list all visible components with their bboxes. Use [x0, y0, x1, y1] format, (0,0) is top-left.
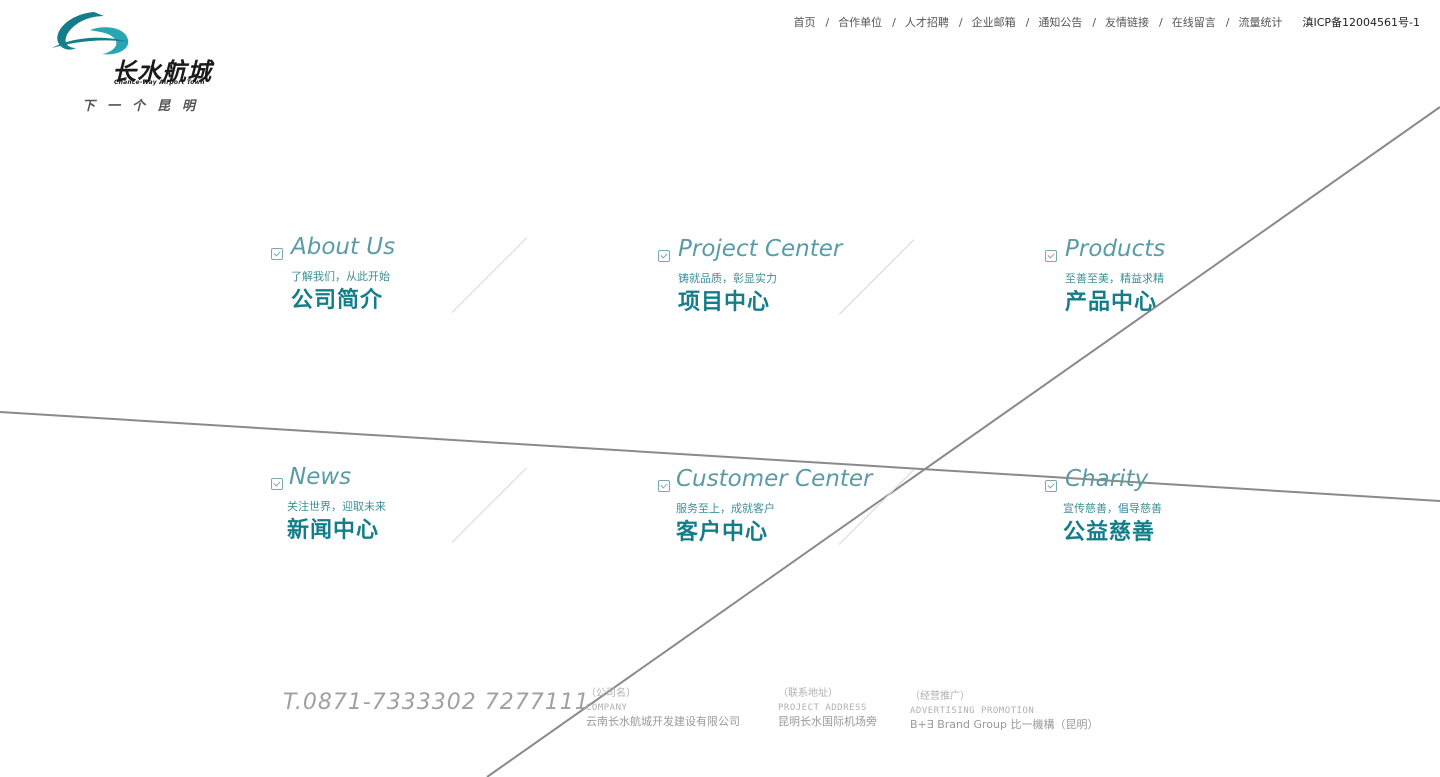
tile-charity[interactable]: Charity 宣传慈善，倡导慈善 公益慈善	[1045, 466, 1335, 552]
nav-separator: /	[1092, 15, 1097, 29]
tile-title-en: Charity	[1065, 466, 1149, 492]
company-name: 云南长水航城开发建设有限公司	[586, 715, 740, 728]
tile-divider	[451, 237, 528, 313]
tile-title-cn[interactable]: 公司简介	[291, 282, 383, 314]
nav-separator: /	[958, 15, 963, 29]
nav-recruitment[interactable]: 人才招聘	[905, 14, 949, 30]
logo-slogan: 下一个昆明	[82, 99, 208, 114]
nav-separator: /	[1025, 15, 1030, 29]
nav-separator: /	[825, 15, 830, 29]
check-box-icon	[271, 478, 283, 490]
tile-divider	[838, 239, 915, 315]
nav-email[interactable]: 企业邮箱	[972, 14, 1016, 30]
promotion-label-cn: （经营推广）	[910, 691, 970, 702]
nav-message[interactable]: 在线留言	[1172, 14, 1216, 30]
tile-customer-center[interactable]: Customer Center 服务至上，成就客户 客户中心	[658, 466, 948, 552]
promotion-label-en: ADVERTISING PROMOTION	[910, 706, 1035, 716]
nav-home[interactable]: 首页	[793, 14, 815, 30]
check-box-icon	[1045, 480, 1057, 492]
promotion-value: B+∃ Brand Group 比一機構（昆明）	[910, 718, 1099, 731]
address-label-en: PROJECT ADDRESS	[778, 703, 867, 713]
footer-company: （公司名） COMPANY 云南长水航城开发建设有限公司	[586, 687, 740, 729]
diagonal-line	[486, 106, 1440, 777]
tile-news[interactable]: News 关注世界，迎取未来 新闻中心	[271, 464, 561, 550]
footer-promotion: （经营推广） ADVERTISING PROMOTION B+∃ Brand G…	[910, 690, 1098, 732]
nav-notices[interactable]: 通知公告	[1038, 14, 1082, 30]
check-box-icon	[1045, 250, 1057, 262]
nav-partners[interactable]: 合作单位	[838, 14, 882, 30]
company-label-cn: （公司名）	[586, 688, 636, 699]
footer-address: （联系地址） PROJECT ADDRESS 昆明长水国际机场旁	[778, 687, 877, 729]
tile-title-cn[interactable]: 公益慈善	[1063, 514, 1155, 546]
check-box-icon	[658, 250, 670, 262]
check-box-icon	[658, 480, 670, 492]
tile-title-en: Products	[1065, 236, 1166, 262]
site-logo[interactable]: 长水航城 Chance-Way Airport Town 下一个昆明	[50, 8, 230, 118]
logo-name-en: Chance-Way Airport Town	[114, 79, 205, 86]
address-label-cn: （联系地址）	[778, 688, 838, 699]
tile-products[interactable]: Products 至善至美，精益求精 产品中心	[1045, 236, 1335, 322]
tile-title-en: News	[289, 464, 352, 490]
check-box-icon	[271, 248, 283, 260]
tile-about-us[interactable]: About Us 了解我们，从此开始 公司简介	[271, 234, 561, 320]
tile-title-cn[interactable]: 项目中心	[678, 284, 770, 316]
tile-title-en: Project Center	[678, 236, 843, 262]
company-label-en: COMPANY	[586, 703, 628, 713]
tile-title-cn[interactable]: 客户中心	[676, 514, 768, 546]
nav-links[interactable]: 友情链接	[1105, 14, 1149, 30]
tile-divider	[451, 467, 528, 543]
tile-title-en: About Us	[291, 234, 396, 260]
phone-number: T.0871-7333302 7277111	[283, 690, 590, 715]
nav-separator: /	[892, 15, 896, 29]
tile-title-en: Customer Center	[676, 466, 873, 492]
address-value: 昆明长水国际机场旁	[778, 715, 877, 728]
nav-separator: /	[1159, 15, 1163, 29]
tile-project-center[interactable]: Project Center 铸就品质，彰显实力 项目中心	[658, 236, 948, 322]
tile-title-cn[interactable]: 新闻中心	[287, 512, 379, 544]
nav-stats[interactable]: 流量统计	[1238, 14, 1282, 30]
tile-title-cn[interactable]: 产品中心	[1065, 284, 1157, 316]
top-nav: 首页 / 合作单位 / 人才招聘 / 企业邮箱 / 通知公告 / 友情链接 / …	[793, 14, 1420, 30]
icp-link[interactable]: 滇ICP备12004561号-1	[1302, 14, 1420, 30]
nav-separator: /	[1225, 15, 1230, 29]
